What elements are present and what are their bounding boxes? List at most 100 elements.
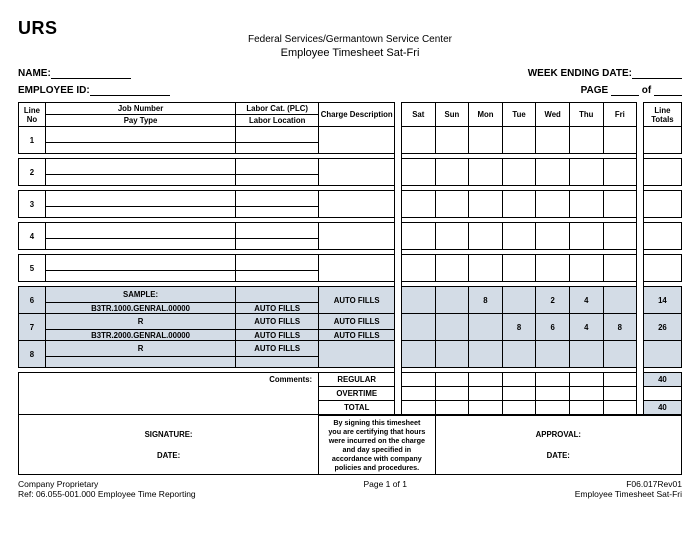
cell[interactable]	[536, 223, 570, 250]
cell[interactable]	[502, 255, 536, 282]
row-num: 4	[19, 223, 46, 250]
employee-id-field[interactable]	[90, 86, 170, 96]
cell[interactable]	[469, 191, 503, 218]
signature-block[interactable]: SIGNATURE: DATE:	[19, 415, 319, 475]
row-num: 2	[19, 159, 46, 186]
cell[interactable]	[45, 127, 235, 143]
cell[interactable]	[435, 191, 469, 218]
cell[interactable]	[603, 223, 637, 250]
cell[interactable]	[236, 127, 319, 143]
cell[interactable]	[536, 127, 570, 154]
cell[interactable]	[401, 373, 435, 387]
cell[interactable]	[643, 223, 681, 250]
cell[interactable]	[45, 271, 235, 282]
cell[interactable]	[236, 223, 319, 239]
cell[interactable]	[319, 159, 395, 186]
cell[interactable]	[502, 127, 536, 154]
cell[interactable]	[569, 373, 603, 387]
cell[interactable]	[569, 387, 603, 401]
cell[interactable]	[45, 223, 235, 239]
cell[interactable]	[502, 191, 536, 218]
cell[interactable]	[236, 159, 319, 175]
cell	[435, 287, 469, 314]
cell[interactable]	[401, 127, 435, 154]
cell[interactable]	[45, 191, 235, 207]
cell[interactable]	[236, 191, 319, 207]
cell[interactable]	[569, 127, 603, 154]
cell[interactable]	[502, 387, 536, 401]
cell[interactable]	[401, 255, 435, 282]
cell[interactable]	[569, 401, 603, 415]
cell[interactable]	[502, 159, 536, 186]
approval-label: APPROVAL:	[436, 430, 681, 439]
cell[interactable]	[603, 373, 637, 387]
cell[interactable]	[569, 223, 603, 250]
cell[interactable]	[643, 191, 681, 218]
cell[interactable]	[469, 255, 503, 282]
cell[interactable]	[45, 239, 235, 250]
cell[interactable]	[45, 175, 235, 186]
cell[interactable]	[569, 255, 603, 282]
cell[interactable]	[435, 373, 469, 387]
page-num-field[interactable]	[611, 86, 639, 96]
cell[interactable]	[643, 127, 681, 154]
cell[interactable]	[435, 223, 469, 250]
cell[interactable]	[469, 159, 503, 186]
cell[interactable]	[469, 401, 503, 415]
cell[interactable]	[435, 255, 469, 282]
cell[interactable]	[401, 401, 435, 415]
cell[interactable]	[536, 159, 570, 186]
cell[interactable]	[236, 271, 319, 282]
cell[interactable]	[236, 255, 319, 271]
cell[interactable]	[603, 255, 637, 282]
cell[interactable]	[401, 223, 435, 250]
cell[interactable]	[401, 387, 435, 401]
cell[interactable]	[45, 255, 235, 271]
name-field[interactable]	[51, 69, 131, 79]
approval-block[interactable]: APPROVAL: DATE:	[435, 415, 681, 475]
cell[interactable]	[319, 191, 395, 218]
cell[interactable]	[435, 159, 469, 186]
cell[interactable]	[236, 239, 319, 250]
overtime-total[interactable]	[643, 387, 681, 401]
cell[interactable]	[236, 207, 319, 218]
cell[interactable]	[643, 159, 681, 186]
cell[interactable]	[435, 401, 469, 415]
cell[interactable]	[45, 159, 235, 175]
cell[interactable]	[536, 255, 570, 282]
cell[interactable]	[502, 223, 536, 250]
cell[interactable]	[536, 373, 570, 387]
cell[interactable]	[236, 175, 319, 186]
cell[interactable]	[469, 127, 503, 154]
cell[interactable]	[401, 191, 435, 218]
cell[interactable]	[45, 143, 235, 154]
cell[interactable]	[502, 373, 536, 387]
cell[interactable]	[603, 159, 637, 186]
cell[interactable]	[603, 191, 637, 218]
cell[interactable]	[319, 127, 395, 154]
cell[interactable]	[236, 143, 319, 154]
cell[interactable]	[569, 159, 603, 186]
cell[interactable]	[469, 387, 503, 401]
cell[interactable]	[536, 191, 570, 218]
cell[interactable]	[45, 207, 235, 218]
cell[interactable]	[603, 401, 637, 415]
week-ending-field[interactable]	[632, 69, 682, 79]
cell[interactable]	[469, 223, 503, 250]
cell[interactable]	[435, 387, 469, 401]
cell[interactable]	[469, 373, 503, 387]
cell[interactable]	[319, 255, 395, 282]
cell[interactable]	[603, 127, 637, 154]
cell[interactable]	[569, 191, 603, 218]
cell[interactable]	[643, 255, 681, 282]
cell[interactable]	[401, 159, 435, 186]
cell[interactable]	[536, 387, 570, 401]
date-label: DATE:	[436, 451, 681, 460]
cell-fri: 8	[603, 314, 637, 341]
cell[interactable]	[603, 387, 637, 401]
cell[interactable]	[435, 127, 469, 154]
cell[interactable]	[536, 401, 570, 415]
cell[interactable]	[502, 401, 536, 415]
cell[interactable]	[319, 223, 395, 250]
page-total-field[interactable]	[654, 86, 682, 96]
